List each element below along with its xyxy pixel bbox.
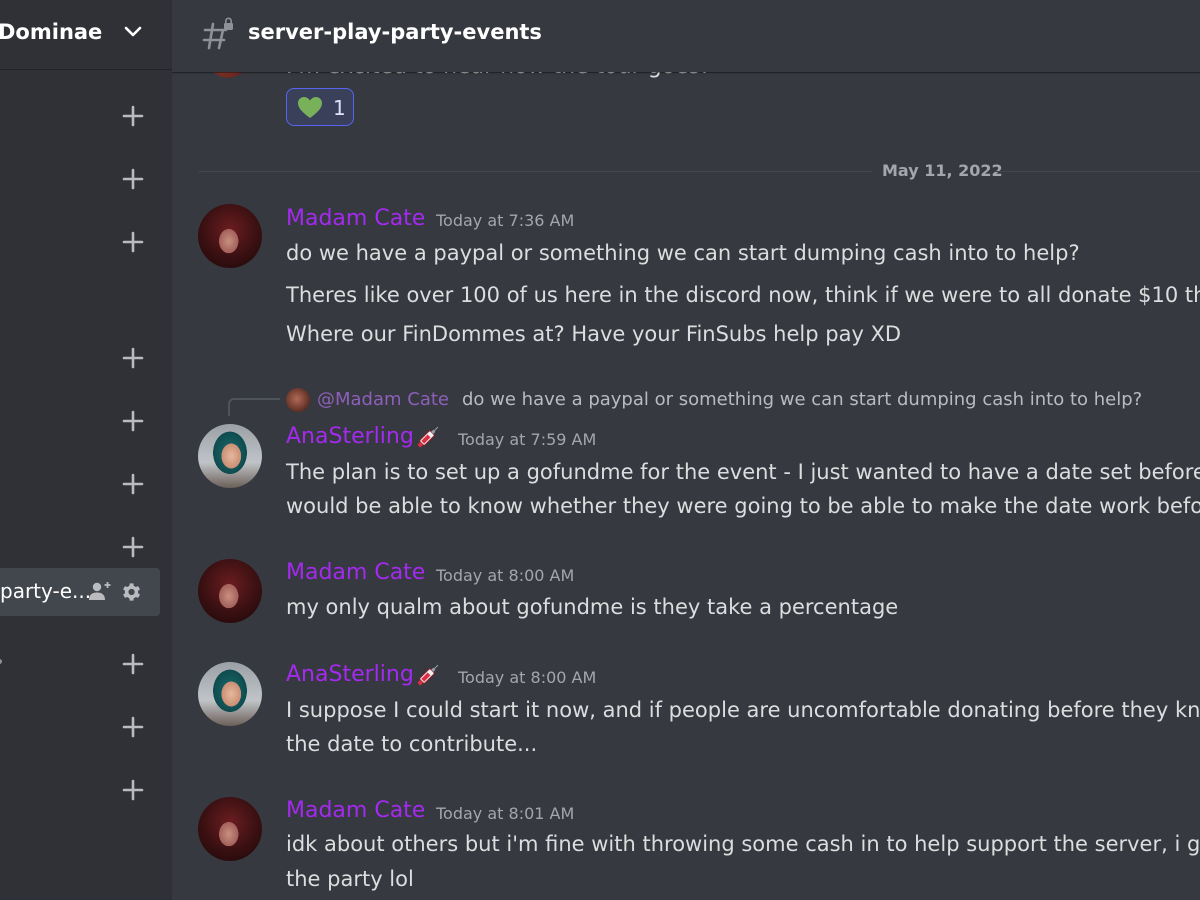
avatar[interactable]: [198, 797, 262, 861]
unread-dot: [0, 659, 2, 664]
green-heart-icon: [297, 96, 323, 120]
server-header[interactable]: Dominae: [0, 0, 172, 70]
add-channel-icon[interactable]: [121, 346, 145, 370]
chevron-down-icon[interactable]: [123, 24, 143, 40]
message-text: Where our FinDommes at? Have your FinSub…: [286, 322, 902, 346]
gear-icon[interactable]: [120, 581, 142, 603]
private-channel-hash-icon: [200, 16, 236, 52]
add-channel-icon[interactable]: [121, 778, 145, 802]
create-invite-icon[interactable]: [88, 580, 112, 602]
message-text: Theres like over 100 of us here in the d…: [286, 283, 1200, 307]
message-author[interactable]: Madam Cate: [286, 206, 425, 231]
reply-preview-text[interactable]: do we have a paypal or something we can …: [462, 389, 1142, 410]
message-text: The plan is to set up a gofundme for the…: [286, 460, 1200, 484]
message-author[interactable]: AnaSterling: [286, 424, 414, 449]
server-name: Dominae: [0, 20, 103, 44]
avatar[interactable]: [198, 662, 262, 726]
add-channel-icon[interactable]: [121, 715, 145, 739]
divider-line: [994, 171, 1200, 172]
message-author[interactable]: Madam Cate: [286, 798, 425, 823]
message-timestamp: Today at 8:00 AM: [458, 668, 597, 687]
message-author[interactable]: AnaSterling: [286, 662, 414, 687]
date-divider: May 11, 2022: [882, 161, 1003, 180]
syringe-icon: [414, 661, 442, 689]
avatar[interactable]: [198, 559, 262, 623]
channel-header: server-play-party-events: [172, 0, 1200, 72]
reply-avatar: [286, 388, 310, 412]
reaction-button[interactable]: 1: [286, 88, 354, 126]
add-channel-icon[interactable]: [121, 472, 145, 496]
message-timestamp: Today at 7:59 AM: [458, 430, 597, 449]
add-channel-icon[interactable]: [121, 167, 145, 191]
message-timestamp: Today at 7:36 AM: [436, 211, 575, 230]
message-text: the party lol: [286, 867, 414, 891]
add-channel-icon[interactable]: [121, 230, 145, 254]
message-text: idk about others but i'm fine with throw…: [286, 832, 1200, 856]
reply-spine: [228, 398, 280, 416]
sidebar-item-active-channel[interactable]: party-e...: [0, 568, 160, 616]
message-timestamp: Today at 8:00 AM: [436, 566, 575, 585]
channel-sidebar: Dominae party-e...: [0, 0, 172, 900]
message-text: do we have a paypal or something we can …: [286, 241, 1080, 265]
channel-title: server-play-party-events: [248, 20, 542, 44]
message-author[interactable]: Madam Cate: [286, 560, 425, 585]
reaction-count: 1: [333, 96, 346, 120]
divider-line: [198, 171, 872, 172]
message-text: would be able to know whether they were …: [286, 494, 1200, 518]
add-channel-icon[interactable]: [121, 104, 145, 128]
reply-mention[interactable]: @Madam Cate: [317, 389, 449, 410]
syringe-icon: [414, 423, 442, 451]
message-text: the date to contribute...: [286, 732, 538, 756]
message-text: my only qualm about gofundme is they tak…: [286, 595, 899, 619]
message-text: I suppose I could start it now, and if p…: [286, 698, 1200, 722]
message-timestamp: Today at 8:01 AM: [436, 804, 575, 823]
avatar[interactable]: [198, 424, 262, 488]
add-channel-icon[interactable]: [121, 535, 145, 559]
message-list[interactable]: I'm excited to hear how the tour goes! 1…: [172, 0, 1200, 900]
add-channel-icon[interactable]: [121, 652, 145, 676]
add-channel-icon[interactable]: [121, 409, 145, 433]
avatar[interactable]: [198, 204, 262, 268]
sidebar-item-label: party-e...: [0, 579, 92, 603]
